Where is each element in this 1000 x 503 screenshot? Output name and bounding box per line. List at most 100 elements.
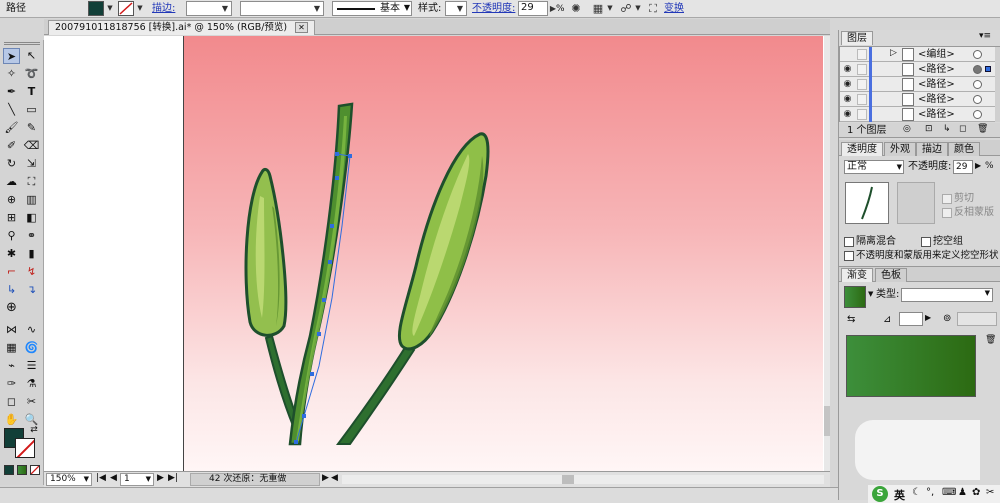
selection-expand-icon[interactable]: ⛶ [645, 1, 661, 16]
knockout-group-checkbox[interactable] [921, 237, 931, 247]
transparency-opacity-input[interactable]: 29 [953, 160, 973, 174]
knife-tool-icon[interactable]: ✂ [23, 394, 40, 410]
artboard-tool-icon[interactable]: ⌐ [3, 264, 20, 280]
rotate-tool-icon[interactable]: ↻ [3, 156, 20, 172]
stroke-label-link[interactable]: 描边: [152, 2, 175, 16]
gradient-type-dropdown[interactable]: ▼ [901, 288, 993, 302]
warp-wave-tool-icon[interactable]: ∿ [23, 322, 40, 338]
user-icon[interactable]: ♟ [958, 487, 967, 498]
transform-link[interactable]: 变换 [664, 2, 684, 16]
selection-indicator[interactable] [985, 66, 991, 72]
first-page-icon[interactable]: |◀ [96, 473, 106, 483]
eye-icon[interactable]: ◉ [842, 64, 853, 75]
vertical-scrollbar[interactable] [824, 36, 830, 471]
object-thumbnail[interactable] [845, 182, 889, 224]
scale-tool-icon[interactable]: ⇲ [23, 156, 40, 172]
tab-appearance[interactable]: 外观 [884, 142, 916, 156]
layers-scrollbar[interactable] [995, 47, 1000, 122]
artboard[interactable] [183, 36, 823, 471]
gradient-mode-button[interactable] [17, 465, 27, 475]
toolbox-grip[interactable] [4, 42, 40, 45]
blend-tool-icon[interactable]: ⚭ [23, 228, 40, 244]
locate-object-icon[interactable]: ◎ [903, 124, 911, 134]
opacity-input[interactable]: 29 [518, 1, 548, 16]
aspect-ratio-input[interactable] [957, 312, 997, 326]
stroke-none-swatch[interactable] [118, 1, 134, 16]
page-dropdown[interactable]: 1 ▼ [120, 473, 154, 486]
isolate-blending-checkbox[interactable] [844, 237, 854, 247]
line-tool-icon[interactable]: ╲ [3, 102, 20, 118]
chevron-down-icon[interactable]: ▼ [868, 290, 873, 298]
lock-toggle[interactable] [857, 94, 867, 105]
isolate-group-icon[interactable]: ☍ [618, 1, 634, 16]
punctuation-icon[interactable]: °, [926, 487, 934, 498]
next-page-icon[interactable]: ▶ [157, 473, 164, 483]
previous-page-icon[interactable]: ◀ [110, 473, 117, 483]
reverse-gradient-icon[interactable]: ⇆ [847, 314, 855, 325]
measure-tool-icon[interactable]: ⚗ [23, 376, 40, 392]
clip-checkbox[interactable] [942, 194, 952, 204]
aspect-ratio-icon[interactable]: ⊚ [943, 313, 951, 324]
panel-menu-icon[interactable]: ▾≡ [979, 31, 991, 41]
perspective-grid-tool-icon[interactable]: ▥ [23, 192, 40, 208]
chevron-right-icon[interactable]: ▶ [925, 313, 931, 322]
target-circle-icon[interactable] [973, 80, 982, 89]
lock-toggle[interactable] [857, 109, 867, 120]
rectangle-tool-icon[interactable]: ▭ [23, 102, 40, 118]
chevron-right-icon[interactable]: ▶ [975, 161, 981, 170]
style-dropdown[interactable]: ▼ [445, 1, 467, 16]
angle-icon[interactable]: ⊿ [883, 314, 891, 325]
pen-tool-icon[interactable]: ✒ [3, 84, 20, 100]
history-status[interactable]: 42 次还原：无重做 [190, 473, 320, 486]
mesh-grid-tool-icon[interactable]: ▦ [3, 340, 20, 356]
horizontal-scrollbar[interactable] [342, 475, 824, 484]
chevron-down-icon[interactable]: ▼ [105, 1, 115, 16]
target-circle-icon[interactable] [973, 95, 982, 104]
eye-icon[interactable]: ◉ [842, 109, 853, 120]
zoom-dropdown[interactable]: 150% ▼ [46, 473, 92, 486]
zoom-target-icon[interactable]: ⊕ [3, 300, 20, 316]
align-grid-icon[interactable]: ▦ [590, 1, 606, 16]
direct-selection-tool-icon[interactable]: ↖ [23, 48, 40, 64]
width-tool-icon[interactable]: ⋈ [3, 322, 20, 338]
status-menu-icon[interactable]: ▶ [322, 473, 329, 483]
chevron-down-icon[interactable]: ▼ [634, 1, 642, 16]
layer-row[interactable]: ◉ <路径> [840, 62, 995, 77]
fill-color-swatch[interactable] [88, 1, 104, 16]
tab-transparency[interactable]: 透明度 [841, 142, 883, 156]
free-transform-tool-icon[interactable]: ⛶ [23, 174, 40, 190]
new-sublayer-icon[interactable]: ↳ [943, 124, 951, 134]
invert-mask-checkbox[interactable] [942, 208, 952, 218]
eye-icon[interactable] [842, 49, 853, 60]
tab-color[interactable]: 颜色 [948, 142, 980, 156]
recolor-artwork-icon[interactable]: ✺ [568, 1, 584, 16]
new-layer-icon[interactable]: ◻ [959, 124, 966, 134]
type-tool-icon[interactable]: T [23, 84, 40, 100]
opacity-label-link[interactable]: 不透明度: [472, 2, 515, 16]
layer-row[interactable]: ▷ <编组> [840, 47, 995, 62]
pencil-tool-icon[interactable]: ✎ [23, 120, 40, 136]
color-mode-button[interactable] [4, 465, 14, 475]
lasso-tool-icon[interactable]: ➰ [23, 66, 40, 82]
tools-icon[interactable]: ✂ [986, 487, 994, 498]
tab-layers[interactable]: 图层 [841, 31, 873, 45]
ime-language-label[interactable]: 英 [894, 487, 905, 503]
none-mode-button[interactable] [30, 465, 40, 475]
layer-row[interactable]: ◉ <路径> [840, 77, 995, 92]
blob-brush-tool-icon[interactable]: ✐ [3, 138, 20, 154]
paintbrush-tool-icon[interactable]: 🖌 [3, 120, 20, 136]
gradient-slider-preview[interactable] [846, 335, 976, 397]
delete-layer-icon[interactable]: 🗑 [977, 124, 988, 134]
hand-slice-tool-icon[interactable]: ↳ [3, 282, 20, 298]
pucker-tool-icon[interactable]: ⌁ [3, 358, 20, 374]
mesh-tool-icon[interactable]: ⊞ [3, 210, 20, 226]
symbol-sprayer-tool-icon[interactable]: ✱ [3, 246, 20, 262]
skin-icon[interactable]: ✿ [972, 487, 980, 498]
twirl-tool-icon[interactable]: 🌀 [23, 340, 40, 356]
target-circle-icon[interactable] [973, 110, 982, 119]
magic-wand-tool-icon[interactable]: ✧ [3, 66, 20, 82]
target-circle-icon[interactable] [973, 65, 982, 74]
keyboard-icon[interactable]: ⌨ [942, 487, 956, 498]
vertical-scroll-thumb[interactable] [824, 406, 830, 436]
horizontal-scroll-thumb[interactable] [562, 475, 574, 484]
